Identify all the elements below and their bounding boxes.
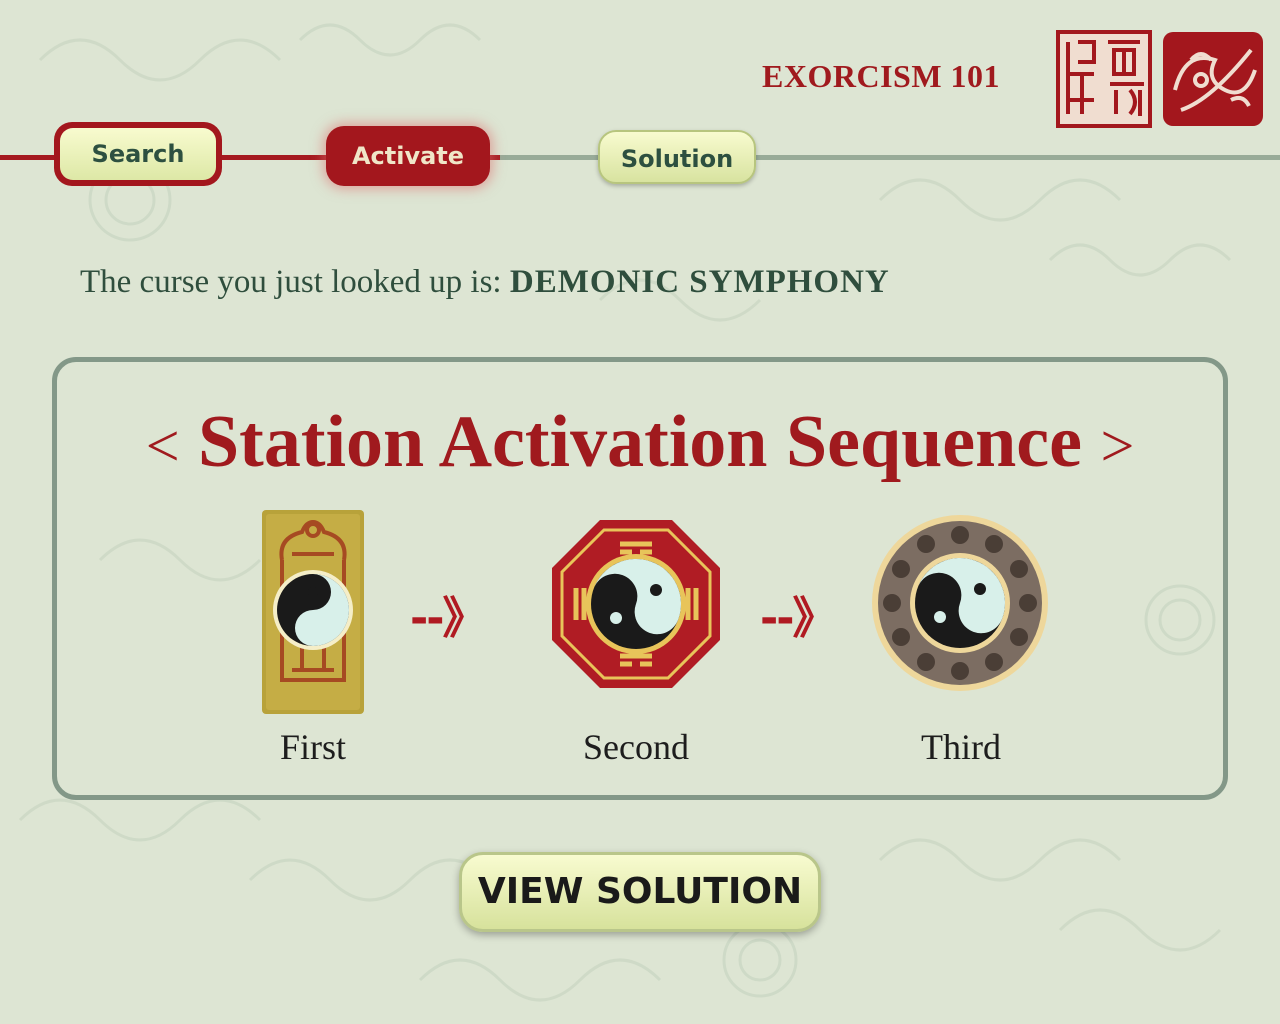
sequence-arrow-1: --》 — [410, 593, 487, 644]
gold-talisman-plaque-icon — [262, 510, 364, 714]
sequence-arrow-2: --》 — [760, 593, 837, 644]
title-left-bracket: < — [145, 413, 180, 479]
page-title: EXORCISM 101 — [762, 58, 1001, 94]
view-solution-button[interactable]: VIEW SOLUTION — [459, 852, 821, 932]
curse-prefix: The curse you just looked up is: — [80, 264, 502, 300]
curse-name: DEMONIC SYMPHONY — [509, 264, 890, 300]
prayer-bead-disc-icon — [872, 515, 1048, 691]
curse-statement: The curse you just looked up is: DEMONIC… — [80, 264, 980, 301]
panel-title-text: Station Activation Sequence — [198, 401, 1082, 483]
tab-activate[interactable]: Activate — [326, 126, 490, 186]
station-label-third: Third — [921, 727, 1001, 767]
tab-search-label: Search — [60, 128, 216, 180]
bagua-octagon-icon — [552, 520, 720, 688]
panel-title: < Station Activation Sequence > — [0, 400, 1280, 485]
red-seal-stamp-icon — [1056, 30, 1152, 128]
station-label-second: Second — [583, 727, 689, 767]
tab-solution[interactable]: Solution — [598, 130, 756, 184]
title-right-bracket: > — [1100, 413, 1135, 479]
red-seal-dragon-icon — [1163, 32, 1263, 126]
station-label-first: First — [279, 727, 347, 767]
tab-search[interactable]: Search — [54, 122, 222, 186]
